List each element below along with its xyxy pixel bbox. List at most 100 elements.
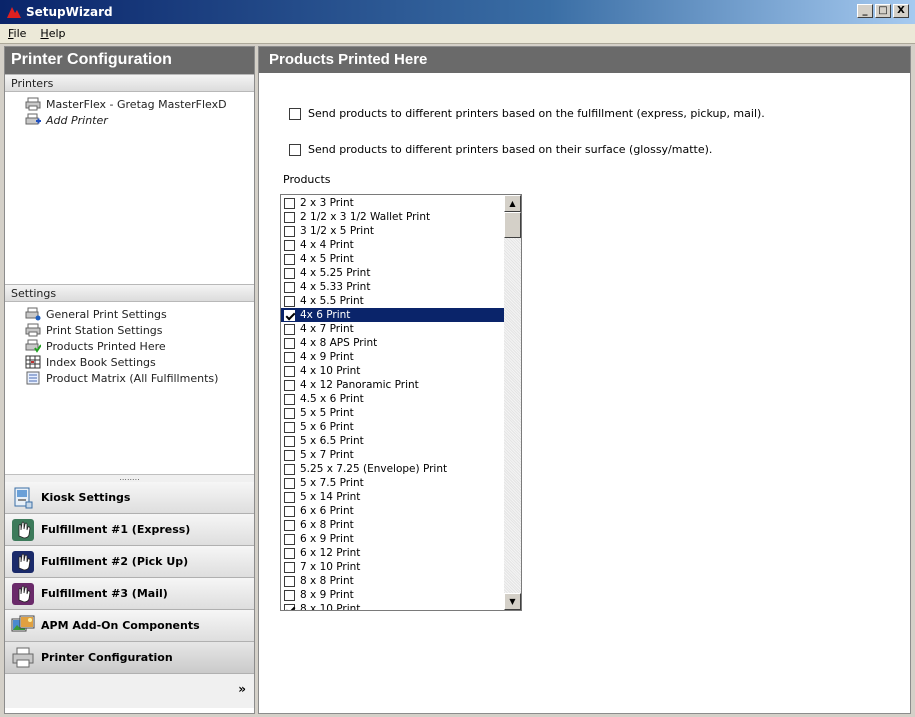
title-bar[interactable]: SetupWizard _ □ X: [0, 0, 915, 24]
nav-button[interactable]: Printer Configuration: [5, 642, 254, 674]
menu-help[interactable]: Help: [32, 24, 71, 40]
product-list-item[interactable]: 8 x 9 Print: [281, 588, 505, 602]
product-list-item[interactable]: 5 x 7.5 Print: [281, 476, 505, 490]
product-list-item[interactable]: 4 x 7 Print: [281, 322, 505, 336]
product-list-item[interactable]: 2 1/2 x 3 1/2 Wallet Print: [281, 210, 505, 224]
product-label: 4 x 10 Print: [300, 365, 361, 377]
product-checkbox[interactable]: [284, 239, 295, 251]
product-list-item[interactable]: 4 x 12 Panoramic Print: [281, 378, 505, 392]
close-button[interactable]: X: [893, 4, 909, 18]
product-checkbox[interactable]: [284, 519, 295, 531]
printer-icon: [12, 647, 34, 667]
settings-label: Index Book Settings: [46, 355, 156, 369]
surface-routing-option[interactable]: Send products to different printers base…: [289, 143, 712, 156]
product-checkbox[interactable]: [284, 351, 295, 363]
product-list-item[interactable]: 4 x 10 Print: [281, 364, 505, 378]
product-list-item[interactable]: 4 x 5 Print: [281, 252, 505, 266]
product-list-item[interactable]: 8 x 10 Print: [281, 602, 505, 610]
printers-item[interactable]: MasterFlex - Gretag MasterFlexD: [25, 96, 254, 112]
settings-item[interactable]: Products Printed Here: [25, 338, 254, 354]
settings-item[interactable]: Index Book Settings: [25, 354, 254, 370]
nav-button-label: Fulfillment #3 (Mail): [41, 587, 168, 600]
product-checkbox[interactable]: [284, 295, 295, 307]
nav-button[interactable]: Kiosk Settings: [5, 482, 254, 514]
product-list-item[interactable]: 5 x 7 Print: [281, 448, 505, 462]
product-checkbox[interactable]: [284, 477, 295, 489]
product-checkbox[interactable]: [284, 281, 295, 293]
surface-routing-checkbox[interactable]: [289, 143, 301, 156]
chevron-right-icon[interactable]: »: [238, 682, 246, 696]
product-checkbox[interactable]: [284, 449, 295, 461]
product-list-item[interactable]: 6 x 12 Print: [281, 546, 505, 560]
product-list-item[interactable]: 4 x 5.33 Print: [281, 280, 505, 294]
nav-button[interactable]: Fulfillment #3 (Mail): [5, 578, 254, 610]
product-checkbox[interactable]: [284, 379, 295, 391]
product-checkbox[interactable]: [284, 463, 295, 475]
maximize-button[interactable]: □: [875, 4, 891, 18]
product-checkbox[interactable]: [284, 309, 295, 321]
scroll-thumb[interactable]: [504, 212, 521, 238]
product-list-item[interactable]: 4 x 9 Print: [281, 350, 505, 364]
nav-button[interactable]: Fulfillment #2 (Pick Up): [5, 546, 254, 578]
minimize-button[interactable]: _: [857, 4, 873, 18]
product-label: 5.25 x 7.25 (Envelope) Print: [300, 463, 448, 475]
settings-item[interactable]: General Print Settings: [25, 306, 254, 322]
product-checkbox[interactable]: [284, 421, 295, 433]
settings-label: Products Printed Here: [46, 339, 166, 353]
product-list-item[interactable]: 6 x 9 Print: [281, 532, 505, 546]
menu-bar: File Help: [0, 24, 915, 44]
product-label: 5 x 14 Print: [300, 491, 361, 503]
printers-item[interactable]: Add Printer: [25, 112, 254, 128]
product-list-item[interactable]: 4 x 5.5 Print: [281, 294, 505, 308]
product-list-item[interactable]: 5 x 6 Print: [281, 420, 505, 434]
product-list-item[interactable]: 5.25 x 7.25 (Envelope) Print: [281, 462, 505, 476]
settings-item[interactable]: Print Station Settings: [25, 322, 254, 338]
products-listbox[interactable]: 2 x 3 Print 2 1/2 x 3 1/2 Wallet Print 3 1…: [280, 194, 522, 611]
product-checkbox[interactable]: [284, 197, 295, 209]
nav-button[interactable]: Fulfillment #1 (Express): [5, 514, 254, 546]
product-checkbox[interactable]: [284, 211, 295, 223]
product-list-item[interactable]: 2 x 3 Print: [281, 196, 505, 210]
product-checkbox[interactable]: [284, 575, 295, 587]
nav-button[interactable]: APM Add-On Components: [5, 610, 254, 642]
product-checkbox[interactable]: [284, 589, 295, 601]
product-checkbox[interactable]: [284, 505, 295, 517]
product-checkbox[interactable]: [284, 365, 295, 377]
product-checkbox[interactable]: [284, 561, 295, 573]
scroll-down-button[interactable]: ▼: [504, 593, 521, 610]
scroll-up-button[interactable]: ▲: [504, 195, 521, 212]
product-checkbox[interactable]: [284, 547, 295, 559]
product-checkbox[interactable]: [284, 337, 295, 349]
fulfillment-routing-checkbox[interactable]: [289, 107, 301, 120]
product-list-item[interactable]: 4x 6 Print: [281, 308, 505, 322]
product-list-item[interactable]: 5 x 14 Print: [281, 490, 505, 504]
printers-label: MasterFlex - Gretag MasterFlexD: [46, 97, 227, 111]
product-checkbox[interactable]: [284, 323, 295, 335]
product-list-item[interactable]: 4.5 x 6 Print: [281, 392, 505, 406]
pane-splitter[interactable]: ........: [5, 474, 254, 482]
product-checkbox[interactable]: [284, 267, 295, 279]
product-checkbox[interactable]: [284, 407, 295, 419]
product-list-item[interactable]: 5 x 5 Print: [281, 406, 505, 420]
menu-file[interactable]: File: [0, 24, 32, 40]
product-list-item[interactable]: 5 x 6.5 Print: [281, 434, 505, 448]
product-label: 7 x 10 Print: [300, 561, 361, 573]
product-checkbox[interactable]: [284, 491, 295, 503]
product-checkbox[interactable]: [284, 533, 295, 545]
product-list-item[interactable]: 8 x 8 Print: [281, 574, 505, 588]
product-checkbox[interactable]: [284, 225, 295, 237]
product-list-item[interactable]: 3 1/2 x 5 Print: [281, 224, 505, 238]
fulfillment-routing-option[interactable]: Send products to different printers base…: [289, 107, 765, 120]
product-list-item[interactable]: 7 x 10 Print: [281, 560, 505, 574]
product-checkbox[interactable]: [284, 603, 295, 610]
settings-item[interactable]: Product Matrix (All Fulfillments): [25, 370, 254, 386]
product-checkbox[interactable]: [284, 393, 295, 405]
product-checkbox[interactable]: [284, 435, 295, 447]
product-list-item[interactable]: 4 x 5.25 Print: [281, 266, 505, 280]
product-list-item[interactable]: 6 x 6 Print: [281, 504, 505, 518]
product-list-item[interactable]: 6 x 8 Print: [281, 518, 505, 532]
product-list-item[interactable]: 4 x 8 APS Print: [281, 336, 505, 350]
products-scrollbar[interactable]: ▲ ▼: [504, 195, 521, 610]
product-list-item[interactable]: 4 x 4 Print: [281, 238, 505, 252]
product-checkbox[interactable]: [284, 253, 295, 265]
